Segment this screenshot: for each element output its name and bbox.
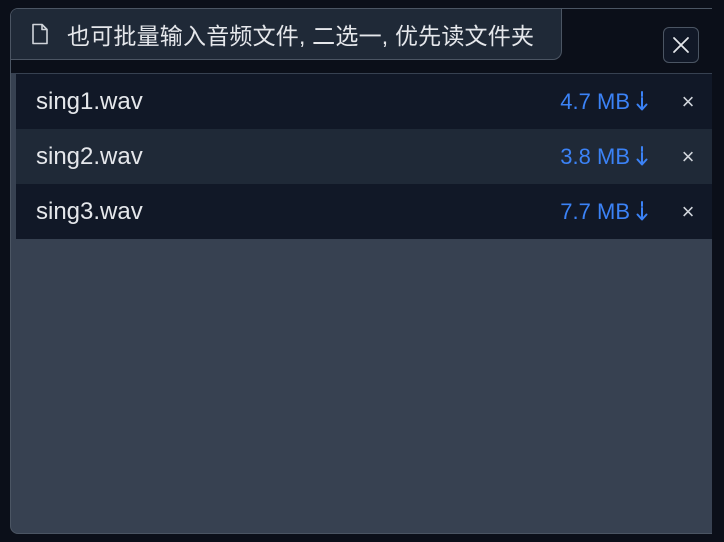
file-name: sing2.wav [36, 142, 143, 170]
file-row: sing3.wav 7.7 MB × [16, 184, 718, 239]
file-row: sing2.wav 3.8 MB × [16, 129, 718, 184]
file-icon [31, 23, 51, 45]
file-size: 3.8 MB [560, 143, 630, 169]
download-icon [636, 145, 648, 168]
file-upload-panel: 也可批量输入音频文件, 二选一, 优先读文件夹 sing1.wav 4.7 MB… [10, 8, 724, 534]
file-size: 7.7 MB [560, 198, 630, 224]
remove-file-button[interactable]: × [678, 199, 698, 225]
close-button[interactable] [663, 27, 699, 63]
file-row: sing1.wav 4.7 MB × [16, 74, 718, 129]
file-list: sing1.wav 4.7 MB × sing2.wav 3.8 MB × si… [15, 73, 719, 240]
upload-label: 也可批量输入音频文件, 二选一, 优先读文件夹 [11, 9, 562, 60]
remove-file-button[interactable]: × [678, 89, 698, 115]
upload-label-text: 也可批量输入音频文件, 二选一, 优先读文件夹 [67, 23, 535, 49]
download-icon [636, 200, 648, 223]
file-size-download-link[interactable]: 3.8 MB [560, 144, 648, 170]
file-size-download-link[interactable]: 7.7 MB [560, 199, 648, 225]
download-icon [636, 90, 648, 113]
close-icon [673, 37, 689, 53]
file-name: sing3.wav [36, 197, 143, 225]
adjacent-panel-edge [712, 0, 724, 542]
file-size-download-link[interactable]: 4.7 MB [560, 89, 648, 115]
file-size: 4.7 MB [560, 88, 630, 114]
file-name: sing1.wav [36, 87, 143, 115]
remove-file-button[interactable]: × [678, 144, 698, 170]
